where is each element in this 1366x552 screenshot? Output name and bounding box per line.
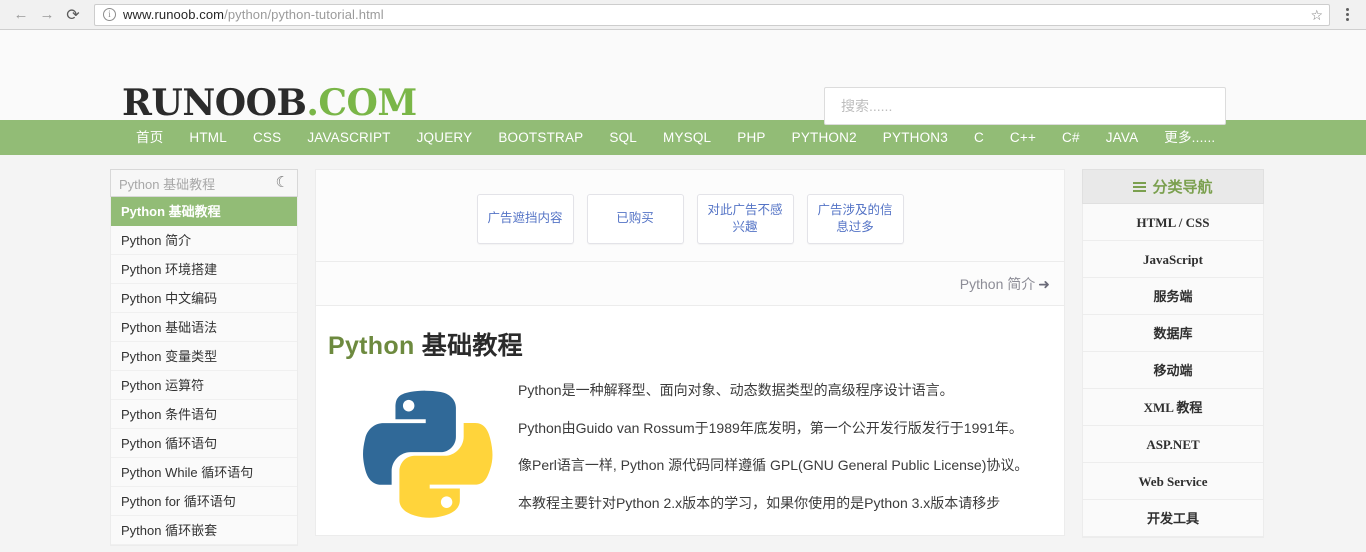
- nav-item-python2[interactable]: PYTHON2: [779, 120, 870, 155]
- ad-feedback-panel: 广告遮挡内容 已购买 对此广告不感兴趣 广告涉及的信息过多: [315, 169, 1065, 262]
- nav-item-mysql[interactable]: MYSQL: [650, 120, 724, 155]
- sidebar-list: Python 基础教程 Python 简介 Python 环境搭建 Python…: [110, 197, 298, 546]
- sidebar-item-python-for-loop[interactable]: Python for 循环语句: [111, 487, 297, 516]
- sidebar-item-python-variable-types[interactable]: Python 变量类型: [111, 342, 297, 371]
- sidebar-search-text: Python 基础教程: [119, 176, 216, 192]
- sidebar-item-python-operators[interactable]: Python 运算符: [111, 371, 297, 400]
- nav-item-home[interactable]: 首页: [122, 120, 176, 155]
- article: Python 基础教程 Python是一种解释型、面向对象、动态数据类型的高级程…: [315, 306, 1065, 536]
- category-item-web-service[interactable]: Web Service: [1083, 463, 1263, 500]
- sidebar-item-python-conditionals[interactable]: Python 条件语句: [111, 400, 297, 429]
- category-nav-title: 分类导航: [1152, 179, 1213, 196]
- logo-text-green: .COM: [306, 82, 417, 124]
- article-paragraph-3: 像Perl语言一样, Python 源代码同样遵循 GPL(GNU Genera…: [518, 457, 1029, 474]
- site-search-box[interactable]: [824, 87, 1226, 125]
- moon-icon[interactable]: ☾: [276, 173, 289, 191]
- kebab-menu-icon[interactable]: [1336, 2, 1358, 28]
- nav-item-html[interactable]: HTML: [176, 120, 240, 155]
- main-content: 广告遮挡内容 已购买 对此广告不感兴趣 广告涉及的信息过多 Python 简介 ➜…: [315, 155, 1065, 549]
- page-title-en: Python: [328, 332, 415, 360]
- article-paragraph-1: Python是一种解释型、面向对象、动态数据类型的高级程序设计语言。: [518, 382, 954, 398]
- sidebar-item-python-while-loop[interactable]: Python While 循环语句: [111, 458, 297, 487]
- nav-item-sql[interactable]: SQL: [596, 120, 650, 155]
- url-text: www.runoob.com/python/python-tutorial.ht…: [123, 7, 384, 22]
- logo-text-dark: RUNOOB: [122, 82, 307, 124]
- article-paragraph-2: Python由Guido van Rossum于1989年底发明，第一个公开发行…: [518, 419, 1023, 436]
- python-logo-icon: [328, 376, 498, 531]
- bookmark-star-icon[interactable]: ☆: [1310, 7, 1323, 24]
- nav-item-java[interactable]: JAVA: [1093, 120, 1152, 155]
- search-input[interactable]: [839, 97, 1211, 115]
- category-item-aspnet[interactable]: ASP.NET: [1083, 426, 1263, 463]
- category-item-javascript[interactable]: JavaScript: [1083, 241, 1263, 278]
- site-logo[interactable]: RUNOOB.COM: [122, 85, 417, 121]
- list-icon: [1133, 181, 1147, 192]
- nav-item-more[interactable]: 更多......: [1151, 120, 1228, 155]
- sidebar-item-python-intro[interactable]: Python 简介: [111, 226, 297, 255]
- nav-item-bootstrap[interactable]: BOOTSTRAP: [485, 120, 596, 155]
- back-icon[interactable]: ←: [8, 2, 34, 28]
- page-body: Python 基础教程 ☾ Python 基础教程 Python 简介 Pyth…: [0, 155, 1366, 549]
- sidebar-item-python-nested-loop[interactable]: Python 循环嵌套: [111, 516, 297, 545]
- sidebar-item-python-basic-tutorial[interactable]: Python 基础教程: [111, 197, 297, 226]
- nav-item-python3[interactable]: PYTHON3: [870, 120, 961, 155]
- site-header: RUNOOB.COM: [0, 30, 1366, 125]
- nav-item-csharp[interactable]: C#: [1049, 120, 1093, 155]
- article-paragraph-4: 本教程主要针对Python 2.x版本的学习，如果你使用的是Python 3.x…: [518, 495, 1001, 512]
- nav-item-javascript[interactable]: JAVASCRIPT: [294, 120, 403, 155]
- ad-feedback-blocks-content-button[interactable]: 广告遮挡内容: [476, 193, 574, 244]
- category-list: HTML / CSS JavaScript 服务端 数据库 移动端 XML 教程…: [1082, 204, 1264, 538]
- category-item-mobile[interactable]: 移动端: [1083, 352, 1263, 389]
- page-title-zh: 基础教程: [421, 332, 523, 360]
- forward-icon[interactable]: →: [34, 2, 60, 28]
- nav-item-php[interactable]: PHP: [724, 120, 778, 155]
- main-nav: 首页 HTML CSS JAVASCRIPT JQUERY BOOTSTRAP …: [0, 120, 1366, 155]
- browser-toolbar: ← → ⟳ i www.runoob.com/python/python-tut…: [0, 0, 1366, 30]
- arrow-right-icon: ➜: [1038, 275, 1050, 292]
- nav-item-cpp[interactable]: C++: [997, 120, 1049, 155]
- sidebar-item-python-env[interactable]: Python 环境搭建: [111, 255, 297, 284]
- sidebar-item-python-syntax[interactable]: Python 基础语法: [111, 313, 297, 342]
- category-nav-header: 分类导航: [1082, 169, 1264, 204]
- ad-feedback-too-much-info-button[interactable]: 广告涉及的信息过多: [806, 193, 904, 244]
- sidebar-search-box[interactable]: Python 基础教程 ☾: [110, 169, 298, 197]
- category-item-dev-tools[interactable]: 开发工具: [1083, 500, 1263, 537]
- article-text: Python是一种解释型、面向对象、动态数据类型的高级程序设计语言。 Pytho…: [518, 376, 1042, 531]
- sidebar-item-python-chinese-encoding[interactable]: Python 中文编码: [111, 284, 297, 313]
- ad-feedback-not-interested-button[interactable]: 对此广告不感兴趣: [696, 193, 794, 244]
- next-page-label: Python 简介: [959, 275, 1036, 292]
- nav-item-jquery[interactable]: JQUERY: [404, 120, 486, 155]
- nav-item-css[interactable]: CSS: [240, 120, 294, 155]
- left-sidebar: Python 基础教程 ☾ Python 基础教程 Python 简介 Pyth…: [110, 155, 298, 549]
- category-item-xml[interactable]: XML 教程: [1083, 389, 1263, 426]
- category-item-html-css[interactable]: HTML / CSS: [1083, 204, 1263, 241]
- ad-feedback-already-purchased-button[interactable]: 已购买: [586, 193, 684, 244]
- next-page-link[interactable]: Python 简介 ➜: [960, 274, 1050, 294]
- reload-icon[interactable]: ⟳: [60, 2, 86, 28]
- sidebar-item-python-loops[interactable]: Python 循环语句: [111, 429, 297, 458]
- pager-bar: Python 简介 ➜: [315, 262, 1065, 306]
- site-info-icon[interactable]: i: [103, 8, 116, 21]
- address-bar[interactable]: i www.runoob.com/python/python-tutorial.…: [94, 3, 1330, 26]
- page-title: Python 基础教程: [328, 326, 1042, 362]
- right-sidebar: 分类导航 HTML / CSS JavaScript 服务端 数据库 移动端 X…: [1082, 155, 1264, 549]
- article-body: Python是一种解释型、面向对象、动态数据类型的高级程序设计语言。 Pytho…: [328, 376, 1042, 531]
- nav-item-c[interactable]: C: [961, 120, 997, 155]
- category-item-server[interactable]: 服务端: [1083, 278, 1263, 315]
- url-host: www.runoob.com: [123, 7, 225, 22]
- category-item-database[interactable]: 数据库: [1083, 315, 1263, 352]
- url-path: /python/python-tutorial.html: [224, 7, 384, 22]
